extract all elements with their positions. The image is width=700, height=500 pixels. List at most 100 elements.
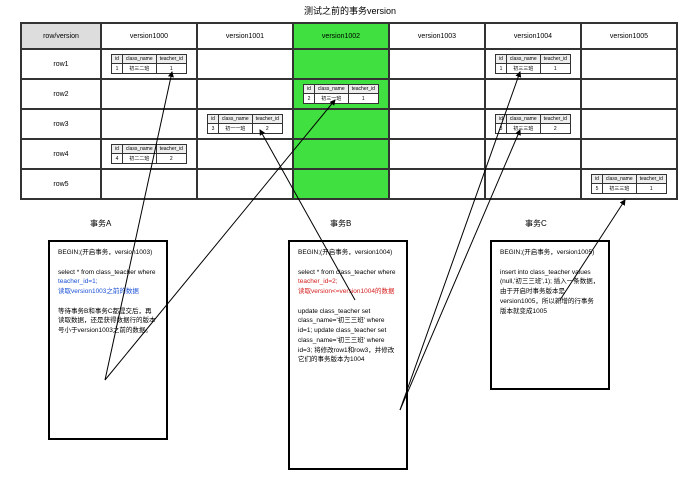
mh-cn: class_name xyxy=(218,115,252,124)
v: 2 xyxy=(156,154,186,164)
header-rowversion: row/version xyxy=(21,23,101,49)
row2: row2 idclass_nameteacher_id 2初三一班1 xyxy=(21,79,677,109)
txC-begin: BEGIN;(开启事务，version1005) xyxy=(500,248,600,258)
cell-r1-v1002 xyxy=(293,49,389,79)
v: 1 xyxy=(112,64,123,74)
cell-r4-v1005 xyxy=(581,139,677,169)
mh-tid: teacher_id xyxy=(636,175,666,184)
v: 2 xyxy=(540,124,570,134)
mh-id: id xyxy=(592,175,603,184)
row5: row5 idclass_nameteacher_id 5初三三班1 xyxy=(21,169,677,199)
mh-tid: teacher_id xyxy=(156,55,186,64)
header-v1002: version1002 xyxy=(293,23,389,49)
header-v1003: version1003 xyxy=(389,23,485,49)
row5-label: row5 xyxy=(21,169,101,199)
mh-tid: teacher_id xyxy=(540,115,570,124)
txB-note1: 读取version<=version1004的数据 xyxy=(298,288,394,295)
record-r3-v1004: idclass_nameteacher_id3初三三班2 xyxy=(495,114,571,134)
txA-sql2: teacher_id=1; xyxy=(58,278,98,285)
cell-r2-v1002: idclass_nameteacher_id 2初三一班1 xyxy=(293,79,389,109)
cell-r5-v1000 xyxy=(101,169,197,199)
cell-r4-v1004 xyxy=(485,139,581,169)
v: 2 xyxy=(304,94,315,104)
mh-cn: class_name xyxy=(506,115,540,124)
mh-cn: class_name xyxy=(122,145,156,154)
cell-r4-v1001 xyxy=(197,139,293,169)
record-r4-v1000: idclass_nameteacher_id 4初二二班2 xyxy=(111,144,187,164)
txC-body: insert into class_teacher values (null,'… xyxy=(500,269,599,315)
mh-tid: teacher_id xyxy=(252,115,282,124)
row1: row1 idclass_nameteacher_id1初三二班1 idclas… xyxy=(21,49,677,79)
v: 1 xyxy=(636,184,666,194)
v: 初三二班 xyxy=(122,64,156,74)
cell-r1-v1003 xyxy=(389,49,485,79)
v: 1 xyxy=(540,64,570,74)
record-r2-v1002: idclass_nameteacher_id 2初三一班1 xyxy=(303,84,379,104)
v: 初三三班 xyxy=(602,184,636,194)
cell-r4-v1000: idclass_nameteacher_id 4初二二班2 xyxy=(101,139,197,169)
cell-r5-v1004 xyxy=(485,169,581,199)
mh-cn: class_name xyxy=(314,85,348,94)
mh-tid: teacher_id xyxy=(156,145,186,154)
txA-note2: 等待事务B和事务C都提交后，再读取数据，还是获得数据行的版本号小于version… xyxy=(58,308,156,335)
v: 2 xyxy=(252,124,282,134)
header-v1004: version1004 xyxy=(485,23,581,49)
v: 5 xyxy=(592,184,603,194)
record-r3-v1001: idclass_nameteacher_id3初一一班2 xyxy=(207,114,283,134)
row3: row3 idclass_nameteacher_id3初一一班2 idclas… xyxy=(21,109,677,139)
mh-id: id xyxy=(208,115,219,124)
mh-cn: class_name xyxy=(506,55,540,64)
txA-begin: BEGIN;(开启事务，version1003) xyxy=(58,248,158,258)
txA-label: 事务A xyxy=(90,218,111,229)
mh-tid: teacher_id xyxy=(540,55,570,64)
txA-sql1: select * from class_teacher where xyxy=(58,269,156,276)
cell-r1-v1005 xyxy=(581,49,677,79)
cell-r3-v1001: idclass_nameteacher_id3初一一班2 xyxy=(197,109,293,139)
header-v1001: version1001 xyxy=(197,23,293,49)
cell-r3-v1003 xyxy=(389,109,485,139)
cell-r2-v1005 xyxy=(581,79,677,109)
mh-id: id xyxy=(496,115,507,124)
cell-r1-v1001 xyxy=(197,49,293,79)
mh-id: id xyxy=(112,145,123,154)
mh-cn: class_name xyxy=(602,175,636,184)
row3-label: row3 xyxy=(21,109,101,139)
cell-r5-v1001 xyxy=(197,169,293,199)
mh-id: id xyxy=(496,55,507,64)
v: 1 xyxy=(156,64,186,74)
cell-r2-v1001 xyxy=(197,79,293,109)
txB-label: 事务B xyxy=(330,218,351,229)
v: 初二二班 xyxy=(122,154,156,164)
txA-box: BEGIN;(开启事务，version1003) select * from c… xyxy=(48,240,168,440)
row2-label: row2 xyxy=(21,79,101,109)
cell-r5-v1003 xyxy=(389,169,485,199)
mh-tid: teacher_id xyxy=(348,85,378,94)
cell-r5-v1005: idclass_nameteacher_id 5初三三班1 xyxy=(581,169,677,199)
txC-label: 事务C xyxy=(525,218,547,229)
v: 初三三班 xyxy=(506,64,540,74)
cell-r5-v1002 xyxy=(293,169,389,199)
mh-id: id xyxy=(304,85,315,94)
cell-r3-v1002 xyxy=(293,109,389,139)
record-r5-v1005: idclass_nameteacher_id 5初三三班1 xyxy=(591,174,667,194)
header-row: row/version version1000 version1001 vers… xyxy=(21,23,677,49)
v: 初三一班 xyxy=(314,94,348,104)
record-r1-v1000: idclass_nameteacher_id1初三二班1 xyxy=(111,54,187,74)
header-v1000: version1000 xyxy=(101,23,197,49)
v: 3 xyxy=(208,124,219,134)
txB-sql1: select * from class_teacher where xyxy=(298,269,396,276)
cell-r3-v1000 xyxy=(101,109,197,139)
v: 4 xyxy=(112,154,123,164)
v: 3 xyxy=(496,124,507,134)
v: 1 xyxy=(348,94,378,104)
txB-box: BEGIN;(开启事务，version1004) select * from c… xyxy=(288,240,408,470)
txB-note2: update class_teacher set class_name='初三三… xyxy=(298,308,394,364)
diagram-title: 测试之前的事务version xyxy=(0,0,700,23)
cell-r1-v1000: idclass_nameteacher_id1初三二班1 xyxy=(101,49,197,79)
txA-note1: 读取version1003之前的数据 xyxy=(58,288,139,295)
txB-sql2: teacher_id=2; xyxy=(298,278,338,285)
cell-r4-v1002 xyxy=(293,139,389,169)
cell-r2-v1004 xyxy=(485,79,581,109)
row1-label: row1 xyxy=(21,49,101,79)
row4-label: row4 xyxy=(21,139,101,169)
